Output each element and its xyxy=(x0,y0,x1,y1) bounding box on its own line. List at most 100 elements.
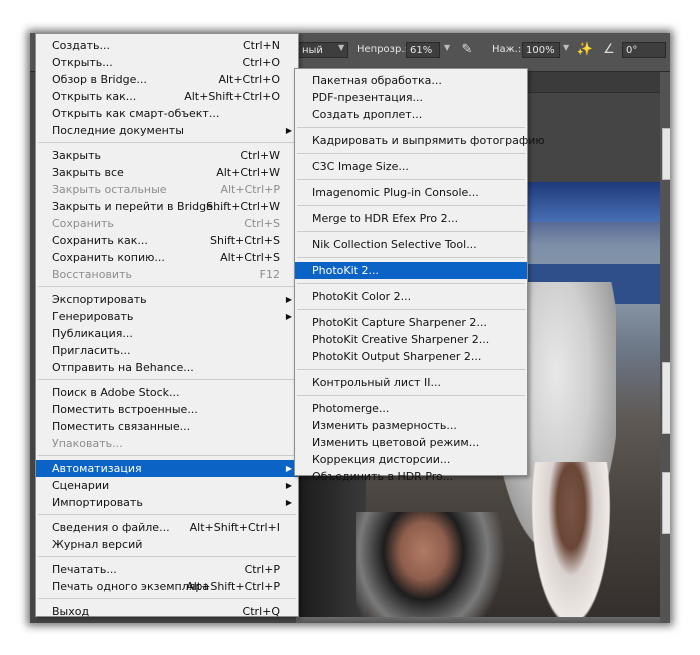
shortcut-label: Ctrl+W xyxy=(240,149,280,162)
file-menu-item[interactable]: Выход Ctrl+Q xyxy=(36,603,298,620)
file-menu-item[interactable]: Пригласить... xyxy=(36,342,298,359)
submenu-arrow-icon: ▶ xyxy=(285,464,292,473)
automate-submenu-item-label: Объединить в HDR Pro... xyxy=(312,470,454,483)
file-menu-item[interactable]: Печатать... Ctrl+P xyxy=(36,561,298,578)
file-menu-item[interactable]: Открыть... Ctrl+O xyxy=(36,54,298,71)
automate-submenu-item[interactable]: Коррекция дисторсии... xyxy=(295,451,527,468)
file-menu-item[interactable]: Закрыть Ctrl+W xyxy=(36,147,298,164)
menu-separator xyxy=(297,395,525,396)
submenu-arrow-icon: ▶ xyxy=(285,481,292,490)
automate-submenu-item-label: PhotoKit 2... xyxy=(312,264,379,277)
chevron-down-icon[interactable]: ▼ xyxy=(338,43,344,52)
angle-icon[interactable]: ∠ xyxy=(600,41,618,59)
automate-submenu-item[interactable]: Merge to HDR Efex Pro 2... xyxy=(295,210,527,227)
automate-submenu-item[interactable]: Кадрировать и выпрямить фотографию xyxy=(295,132,545,149)
file-menu-item-label: Обзор в Bridge... xyxy=(52,73,147,86)
pressure-input[interactable]: 100% xyxy=(522,42,560,58)
shortcut-label: Ctrl+O xyxy=(242,56,280,69)
menu-separator xyxy=(38,598,296,599)
file-menu-item[interactable]: Генерировать ▶ xyxy=(36,308,298,325)
panel-collapse-box[interactable] xyxy=(662,128,670,180)
automate-submenu-item[interactable]: Объединить в HDR Pro... xyxy=(295,468,527,485)
file-menu-item-label: Пригласить... xyxy=(52,344,131,357)
automate-submenu: Пакетная обработка... PDF-презентация... С… xyxy=(294,68,545,483)
file-menu-item[interactable]: Сценарии ▶ xyxy=(36,477,298,494)
chevron-down-icon[interactable]: ▼ xyxy=(563,43,569,52)
shortcut-label: Ctrl+S xyxy=(244,217,280,230)
file-menu-item-label: Сохранить как... xyxy=(52,234,148,247)
file-menu-item-label: Открыть... xyxy=(52,56,113,69)
automate-submenu-item-label: Изменить цветовой режим... xyxy=(312,436,480,449)
automate-submenu-item[interactable]: PhotoKit Color 2... xyxy=(295,288,527,305)
panel-collapse-box[interactable] xyxy=(662,362,670,434)
file-menu-item-label: Поиск в Adobe Stock... xyxy=(52,386,180,399)
automate-submenu-item[interactable]: PhotoKit Capture Sharpener 2... xyxy=(295,314,527,331)
pressure-value: 100% xyxy=(526,45,555,56)
automate-submenu-item[interactable]: PDF-презентация... xyxy=(295,89,527,106)
automate-submenu-item[interactable]: PhotoKit Creative Sharpener 2... xyxy=(295,331,527,348)
file-menu-item[interactable]: Автоматизация ▶ xyxy=(36,460,298,477)
submenu-arrow-icon: ▶ xyxy=(285,126,292,135)
menu-separator xyxy=(297,153,525,154)
file-menu-item[interactable]: Публикация... xyxy=(36,325,298,342)
file-menu-item[interactable]: Печать одного экземпляра Alt+Shift+Ctrl+P xyxy=(36,578,298,595)
shortcut-label: Shift+Ctrl+W xyxy=(206,200,280,213)
menu-separator xyxy=(38,455,296,456)
chevron-down-icon[interactable]: ▼ xyxy=(444,43,450,52)
automate-submenu-item-label: Nik Collection Selective Tool... xyxy=(312,238,477,251)
file-menu-item[interactable]: Открыть как... Alt+Shift+Ctrl+O xyxy=(36,88,298,105)
file-menu-item[interactable]: Обзор в Bridge... Alt+Ctrl+O xyxy=(36,71,298,88)
automate-submenu-item[interactable]: Контрольный лист II... xyxy=(295,374,527,391)
file-menu-item[interactable]: Поиск в Adobe Stock... xyxy=(36,384,298,401)
file-menu-item-label: Журнал версий xyxy=(52,538,143,551)
file-menu-item[interactable]: Отправить на Behance... xyxy=(36,359,298,376)
file-menu-item-label: Сохранить xyxy=(52,217,114,230)
automate-submenu-item[interactable]: Nik Collection Selective Tool... xyxy=(295,236,527,253)
file-menu-item[interactable]: Журнал версий xyxy=(36,536,298,553)
automate-submenu-item[interactable]: Изменить размерность... xyxy=(295,417,527,434)
file-menu-item: Упаковать... xyxy=(36,435,298,452)
file-menu-item[interactable]: Сохранить копию... Alt+Ctrl+S xyxy=(36,249,298,266)
file-menu-item[interactable]: Экспортировать ▶ xyxy=(36,291,298,308)
automate-submenu-item[interactable]: Создать дроплет... xyxy=(295,106,527,123)
file-menu-item[interactable]: Сохранить как... Shift+Ctrl+S xyxy=(36,232,298,249)
automate-submenu-item[interactable]: C3C Image Size... xyxy=(295,158,527,175)
menu-separator xyxy=(297,283,525,284)
file-menu-item-label: Печатать... xyxy=(52,563,117,576)
file-menu-item-label: Закрыть остальные xyxy=(52,183,167,196)
shortcut-label: Shift+Ctrl+S xyxy=(210,234,280,247)
menu-separator xyxy=(297,179,525,180)
file-menu-item-label: Поместить встроенные... xyxy=(52,403,198,416)
file-menu-item[interactable]: Сведения о файле... Alt+Shift+Ctrl+I xyxy=(36,519,298,536)
automate-submenu-item[interactable]: PhotoKit Output Sharpener 2... xyxy=(295,348,527,365)
angle-input[interactable]: 0° xyxy=(622,42,666,58)
menu-separator xyxy=(297,205,525,206)
automate-submenu-item[interactable]: Изменить цветовой режим... xyxy=(295,434,527,451)
menu-separator xyxy=(297,257,525,258)
menu-separator xyxy=(297,309,525,310)
automate-submenu-item[interactable]: Imagenomic Plug-in Console... xyxy=(295,184,527,201)
file-menu-item-label: Сохранить копию... xyxy=(52,251,165,264)
automate-submenu-item[interactable]: Пакетная обработка... xyxy=(295,72,527,89)
file-menu-item[interactable]: Поместить связанные... xyxy=(36,418,298,435)
file-menu-item[interactable]: Импортировать ▶ xyxy=(36,494,298,511)
automate-submenu-item[interactable]: PhotoKit 2... xyxy=(295,262,527,279)
file-menu-item[interactable]: Закрыть и перейти в Bridge... Shift+Ctrl+… xyxy=(36,198,298,215)
file-menu-item[interactable]: Открыть как смарт-объект... xyxy=(36,105,298,122)
file-menu-item[interactable]: Закрыть все Alt+Ctrl+W xyxy=(36,164,298,181)
airbrush-icon[interactable]: ✨ xyxy=(576,41,594,59)
file-menu-item-label: Создать... xyxy=(52,39,110,52)
file-menu-item: Сохранить Ctrl+S xyxy=(36,215,298,232)
file-menu-item-label: Экспортировать xyxy=(52,293,147,306)
file-menu-item[interactable]: Создать... Ctrl+N xyxy=(36,37,298,54)
automate-submenu-item[interactable]: Photomerge... xyxy=(295,400,527,417)
file-menu-item[interactable]: Последние документы ▶ xyxy=(36,122,298,139)
menu-separator xyxy=(297,127,525,128)
shortcut-label: Alt+Shift+Ctrl+O xyxy=(184,90,280,103)
pressure-opacity-icon[interactable]: ✎ xyxy=(458,41,476,59)
panel-collapse-box[interactable] xyxy=(662,472,670,534)
file-menu-item-label: Закрыть и перейти в Bridge... xyxy=(52,200,224,213)
file-menu-item[interactable]: Поместить встроенные... xyxy=(36,401,298,418)
automate-submenu-item-label: PDF-презентация... xyxy=(312,91,424,104)
opacity-input[interactable]: 61% xyxy=(406,42,440,58)
